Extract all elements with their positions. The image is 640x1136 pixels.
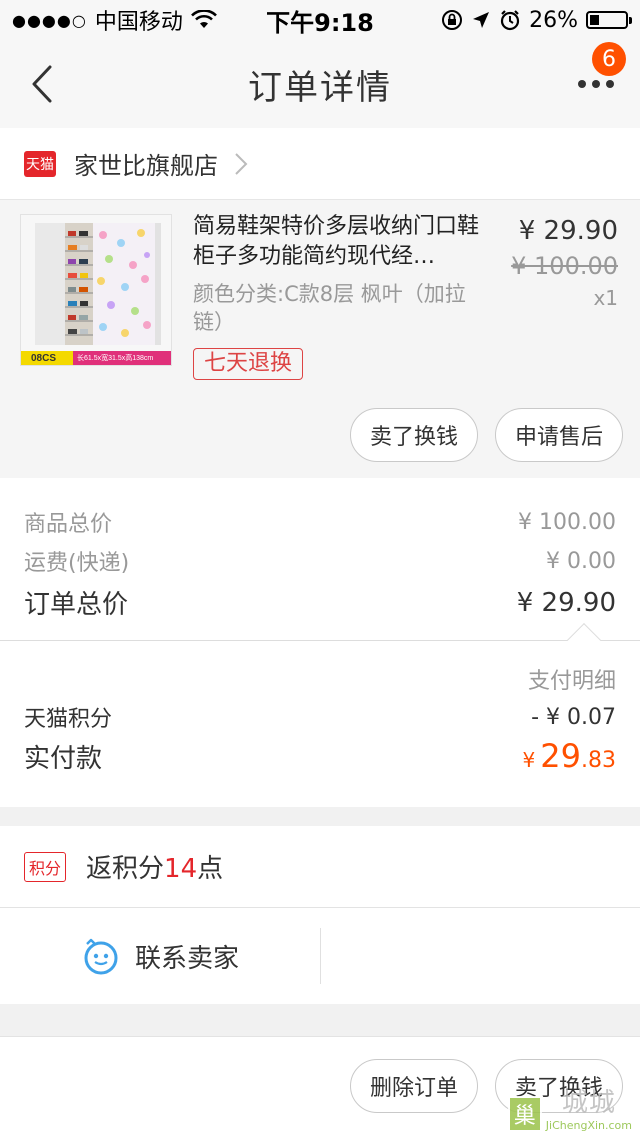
- product-price: ¥ 29.90: [518, 216, 618, 246]
- notification-badge: 6: [592, 42, 626, 76]
- battery-level: [590, 15, 599, 25]
- shipping-row: 运费(快递) ¥ 0.00: [24, 545, 616, 577]
- nav-bar: 订单详情 6: [0, 40, 640, 128]
- watermark-logo: 巢: [507, 1096, 542, 1132]
- points-tag: 积分: [24, 851, 67, 882]
- thumbnail-code: 08CS: [31, 353, 57, 364]
- watermark-cn: 城城: [561, 1088, 616, 1118]
- points-number: 14: [164, 854, 198, 884]
- contact-seller-label: 联系卖家: [134, 943, 239, 974]
- currency-symbol: ¥: [522, 748, 536, 772]
- watermark-en: JiChengXin.com: [545, 1119, 632, 1132]
- carrier-name: 中国移动: [94, 10, 183, 35]
- battery-icon: [586, 11, 632, 29]
- order-total-value: ¥ 29.90: [516, 587, 616, 618]
- product-sku: 颜色分类:C款8层 枫叶（加拉链）: [193, 282, 466, 334]
- shipping-value: ¥ 0.00: [546, 548, 616, 574]
- more-dot-icon: [578, 80, 586, 88]
- product-original-price: ¥ 100.00: [511, 252, 618, 280]
- return-policy-tag: 七天退换: [193, 348, 304, 380]
- page-title: 订单详情: [248, 67, 392, 108]
- bottom-action-bar: 删除订单 卖了换钱 巢 城城 JiChengXin.com: [0, 1036, 640, 1136]
- goods-total-value: ¥ 100.00: [518, 509, 616, 535]
- shop-row[interactable]: 天猫 家世比旗舰店: [0, 128, 640, 200]
- status-left: ●●●●○ 中国移动: [12, 4, 217, 36]
- chat-face-icon: [84, 938, 118, 975]
- goods-total-row: 商品总价 ¥ 100.00: [24, 506, 616, 538]
- points-deduction-value: - ¥ 0.07: [531, 704, 616, 730]
- contact-row: 联系卖家: [0, 908, 640, 1004]
- delete-order-button[interactable]: 删除订单: [350, 1059, 478, 1113]
- actual-payment-value: ¥ 29.83: [522, 737, 616, 775]
- tmall-logo: 天猫: [24, 150, 56, 177]
- order-total-label: 订单总价: [24, 590, 129, 620]
- sell-for-cash-button[interactable]: 卖了换钱: [350, 408, 478, 462]
- shipping-label: 运费(快递): [24, 551, 130, 576]
- goods-total-label: 商品总价: [24, 512, 113, 537]
- contact-separator: [320, 928, 321, 984]
- status-bar: ●●●●○ 中国移动 下午9:18 26%: [0, 0, 640, 40]
- battery-percent: 26%: [529, 7, 578, 33]
- status-right: 26%: [441, 7, 632, 33]
- price-summary: 商品总价 ¥ 100.00 运费(快递) ¥ 0.00 订单总价 ¥ 29.90: [0, 478, 640, 640]
- more-dot-icon: [592, 80, 600, 88]
- points-reward-row: 积分 返积分14点: [0, 826, 640, 908]
- points-deduction-label: 天猫积分: [24, 707, 113, 732]
- order-item[interactable]: 08CS 长61.5x宽31.5x高138cm 简易鞋架特价多层收纳门口鞋柜子多…: [0, 200, 640, 478]
- points-deduction-row: 天猫积分 - ¥ 0.07: [24, 701, 616, 733]
- shop-name: 家世比旗舰店: [74, 152, 218, 180]
- chevron-left-icon: [32, 65, 52, 103]
- product-title[interactable]: 简易鞋架特价多层收纳门口鞋柜子多功能简约现代经…: [193, 212, 493, 272]
- points-suffix: 点: [197, 854, 224, 884]
- signal-strength-icon: ●●●●○: [12, 10, 87, 30]
- payment-section: 支付明细 天猫积分 - ¥ 0.07 实付款 ¥ 29.83: [0, 623, 640, 807]
- wifi-icon: [190, 10, 217, 28]
- chevron-right-icon: [235, 152, 248, 175]
- rotation-lock-icon: [442, 10, 463, 30]
- back-button[interactable]: [22, 60, 62, 108]
- actual-payment-integer: 29: [540, 737, 581, 775]
- thumbnail-dimensions: 长61.5x宽31.5x高138cm: [77, 355, 154, 362]
- actual-payment-decimal: .83: [581, 748, 616, 773]
- location-icon: [473, 12, 490, 28]
- product-thumbnail[interactable]: 08CS 长61.5x宽31.5x高138cm: [20, 214, 172, 366]
- product-quantity: x1: [593, 286, 618, 310]
- alarm-icon: [500, 10, 520, 31]
- actual-payment-label: 实付款: [24, 743, 103, 774]
- watermark-text: 城城 JiChengXin.com: [546, 1082, 632, 1132]
- site-watermark: 巢 城城 JiChengXin.com: [507, 1082, 632, 1132]
- actual-payment-row: 实付款 ¥ 29.83: [24, 737, 616, 775]
- order-total-row: 订单总价 ¥ 29.90: [24, 584, 616, 621]
- more-dot-icon: [606, 80, 614, 88]
- shoe-rack-image: [21, 215, 171, 365]
- payment-detail-link[interactable]: 支付明细: [528, 663, 616, 695]
- points-reward-text: 返积分14点: [86, 848, 223, 885]
- after-sale-button[interactable]: 申请售后: [495, 408, 623, 462]
- points-prefix: 返积分: [86, 854, 165, 884]
- contact-seller-button[interactable]: 联系卖家: [0, 908, 320, 1004]
